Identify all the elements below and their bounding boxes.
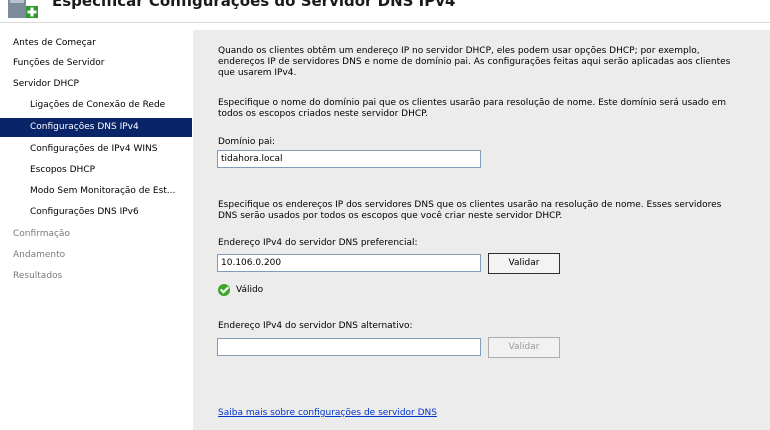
step-configuracoes-dns-ipv4[interactable]: Configurações DNS IPv4 [0, 118, 192, 137]
wizard-steps-sidebar: Antes de Começar Funções de Servidor Ser… [0, 30, 194, 430]
step-configuracoes-ipv4-wins[interactable]: Configurações de IPv4 WINS [0, 140, 192, 159]
intro-text: Quando os clientes obtêm um endereço IP … [218, 46, 731, 78]
page-title: Especificar Configurações do Servidor DN… [52, 0, 456, 10]
step-servidor-dhcp[interactable]: Servidor DHCP [0, 75, 192, 94]
validation-status: Válido [218, 283, 263, 297]
step-funcoes-de-servidor[interactable]: Funções de Servidor [0, 54, 192, 73]
step-andamento: Andamento [13, 250, 66, 260]
domain-input[interactable]: tidahora.local [217, 150, 481, 168]
dhcp-server-icon [8, 0, 38, 18]
step-resultados: Resultados [13, 271, 63, 281]
step-ligacoes-de-conexao[interactable]: Ligações de Conexão de Rede [0, 96, 192, 115]
check-icon [218, 283, 230, 296]
alternate-dns-label: Endereço IPv4 do servidor DNS alternativ… [218, 321, 413, 331]
validate-button[interactable]: Validar [488, 253, 560, 274]
step-configuracoes-dns-ipv6[interactable]: Configurações DNS IPv6 [0, 203, 192, 222]
content-panel: Quando os clientes obtêm um endereço IP … [193, 30, 770, 430]
preferred-dns-input[interactable]: 10.106.0.200 [217, 254, 481, 272]
wizard-header: Especificar Configurações do Servidor DN… [0, 0, 770, 23]
valid-text: Válido [236, 285, 264, 295]
domain-label: Domínio pai: [218, 137, 276, 147]
preferred-dns-label: Endereço IPv4 do servidor DNS preferenci… [218, 238, 418, 248]
step-antes-de-comecar[interactable]: Antes de Começar [0, 34, 192, 53]
step-confirmacao: Confirmação [13, 229, 70, 239]
dns-instructions: Especifique os endereços IP dos servidor… [218, 200, 722, 221]
step-modo-sem-monitoracao[interactable]: Modo Sem Monitoração de Est... [0, 182, 192, 201]
alternate-dns-input[interactable] [217, 338, 481, 356]
step-escopos-dhcp[interactable]: Escopos DHCP [0, 161, 192, 180]
dns-help-link[interactable]: Saiba mais sobre configurações de servid… [218, 408, 437, 418]
domain-instructions: Especifique o nome do domínio pai que os… [218, 98, 727, 119]
validate-alternate-button: Validar [488, 337, 560, 358]
